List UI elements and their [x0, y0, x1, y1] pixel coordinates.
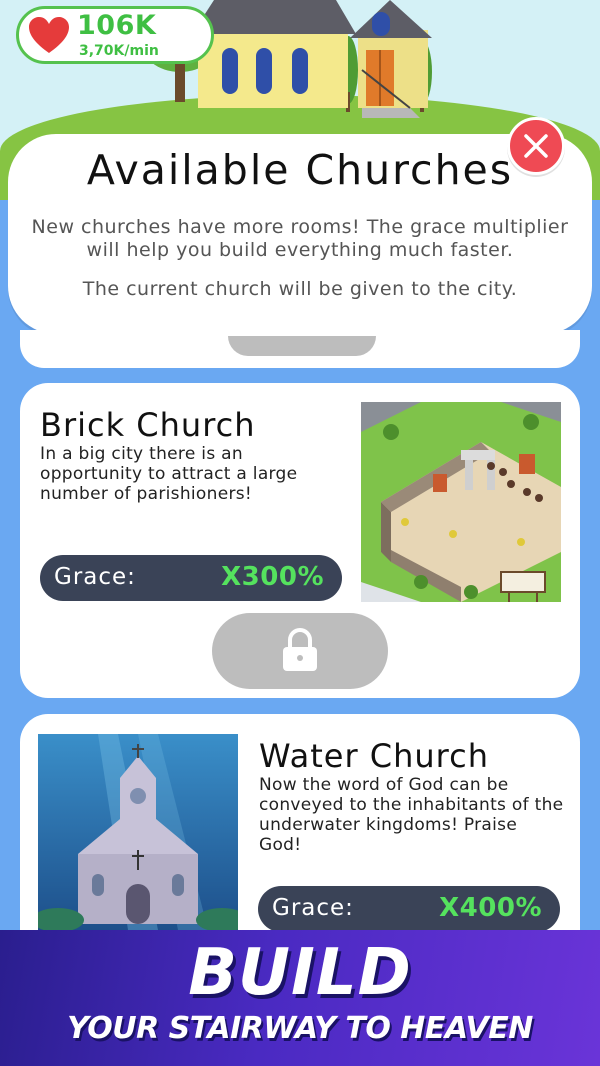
close-icon: [524, 134, 548, 158]
locked-build-button[interactable]: [212, 613, 388, 689]
grace-multiplier-pill: Grace: X300%: [40, 555, 342, 601]
grace-value: X300%: [221, 562, 324, 592]
grace-label: Grace:: [54, 564, 136, 590]
water-church-image: [38, 734, 238, 930]
brick-church-image: [361, 402, 561, 602]
church-title: Water Church: [259, 737, 489, 775]
church-description: In a big city there is an opportunity to…: [40, 444, 298, 504]
close-button[interactable]: [507, 117, 565, 175]
church-description: Now the word of God can be conveyed to t…: [259, 775, 564, 855]
grace-total: 106K: [77, 10, 157, 41]
header-description: New churches have more rooms! The grace …: [31, 216, 569, 261]
previous-church-button[interactable]: [228, 336, 376, 356]
grace-rate: 3,70K/min: [79, 43, 159, 59]
grace-multiplier-pill: Grace: X400%: [258, 886, 560, 932]
banner-title: BUILD: [188, 936, 412, 1010]
lock-icon: [283, 628, 317, 671]
header-note: The current church will be given to the …: [82, 278, 518, 300]
heart-icon: [29, 17, 69, 53]
church-title: Brick Church: [40, 406, 256, 444]
grace-value: X400%: [439, 893, 542, 923]
grace-counter: 106K 3,70K/min: [16, 6, 214, 64]
banner-subtitle: YOUR STAIRWAY TO HEAVEN: [67, 1011, 533, 1046]
grace-label: Grace:: [272, 895, 354, 921]
